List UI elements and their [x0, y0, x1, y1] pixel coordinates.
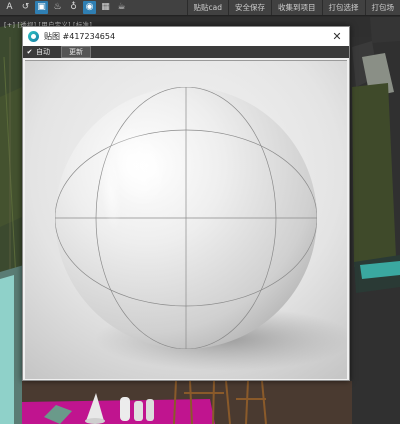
map-preview-window: 贴图 #417234654 ✕ ✔ 自动 更新: [22, 26, 350, 381]
paste-cad-button[interactable]: 贴贴cad: [186, 0, 228, 15]
safe-save-button[interactable]: 安全保存: [228, 0, 271, 15]
material-preview-render: [25, 60, 347, 379]
update-button[interactable]: 更新: [61, 46, 91, 58]
close-button[interactable]: ✕: [325, 27, 349, 46]
sphere-render: [25, 61, 347, 379]
checkmark-icon: ✔: [26, 47, 33, 56]
collect-to-project-button[interactable]: 收集到项目: [271, 0, 322, 15]
material-editor-icon[interactable]: ◉: [83, 1, 96, 14]
app-logo-icon: [28, 31, 39, 42]
a-icon[interactable]: A: [3, 1, 16, 14]
auto-label: 自动: [36, 48, 50, 56]
grid-icon[interactable]: ▦: [99, 1, 112, 14]
left-teal-object: [0, 275, 14, 424]
teapot-icon[interactable]: ♨: [51, 1, 64, 14]
main-toolbar: A ↺ ▣ ♨ ♁ ◉ ▦ ☕ 贴贴cad 安全保存 收集到项目 打包选择 打包…: [0, 0, 400, 16]
render-setup-icon[interactable]: ▣: [35, 1, 48, 14]
toolbar-buttons: 贴贴cad 安全保存 收集到项目 打包选择 打包场: [186, 0, 400, 15]
toolbar-icon-group: A ↺ ▣ ♨ ♁ ◉ ▦ ☕: [0, 0, 187, 15]
window-titlebar[interactable]: 贴图 #417234654 ✕: [23, 27, 349, 46]
undo-arrow-icon[interactable]: ↺: [19, 1, 32, 14]
pack-selection-button[interactable]: 打包选择: [321, 0, 365, 15]
window-title: 贴图 #417234654: [44, 32, 116, 41]
auto-checkbox[interactable]: ✔ 自动: [23, 46, 50, 58]
preview-toolbar: ✔ 自动 更新: [23, 46, 349, 58]
teapot-render-icon[interactable]: ☕: [115, 1, 128, 14]
pack-scene-button[interactable]: 打包场: [364, 0, 400, 15]
close-icon: ✕: [332, 30, 342, 43]
bulb-icon[interactable]: ♁: [67, 1, 80, 14]
